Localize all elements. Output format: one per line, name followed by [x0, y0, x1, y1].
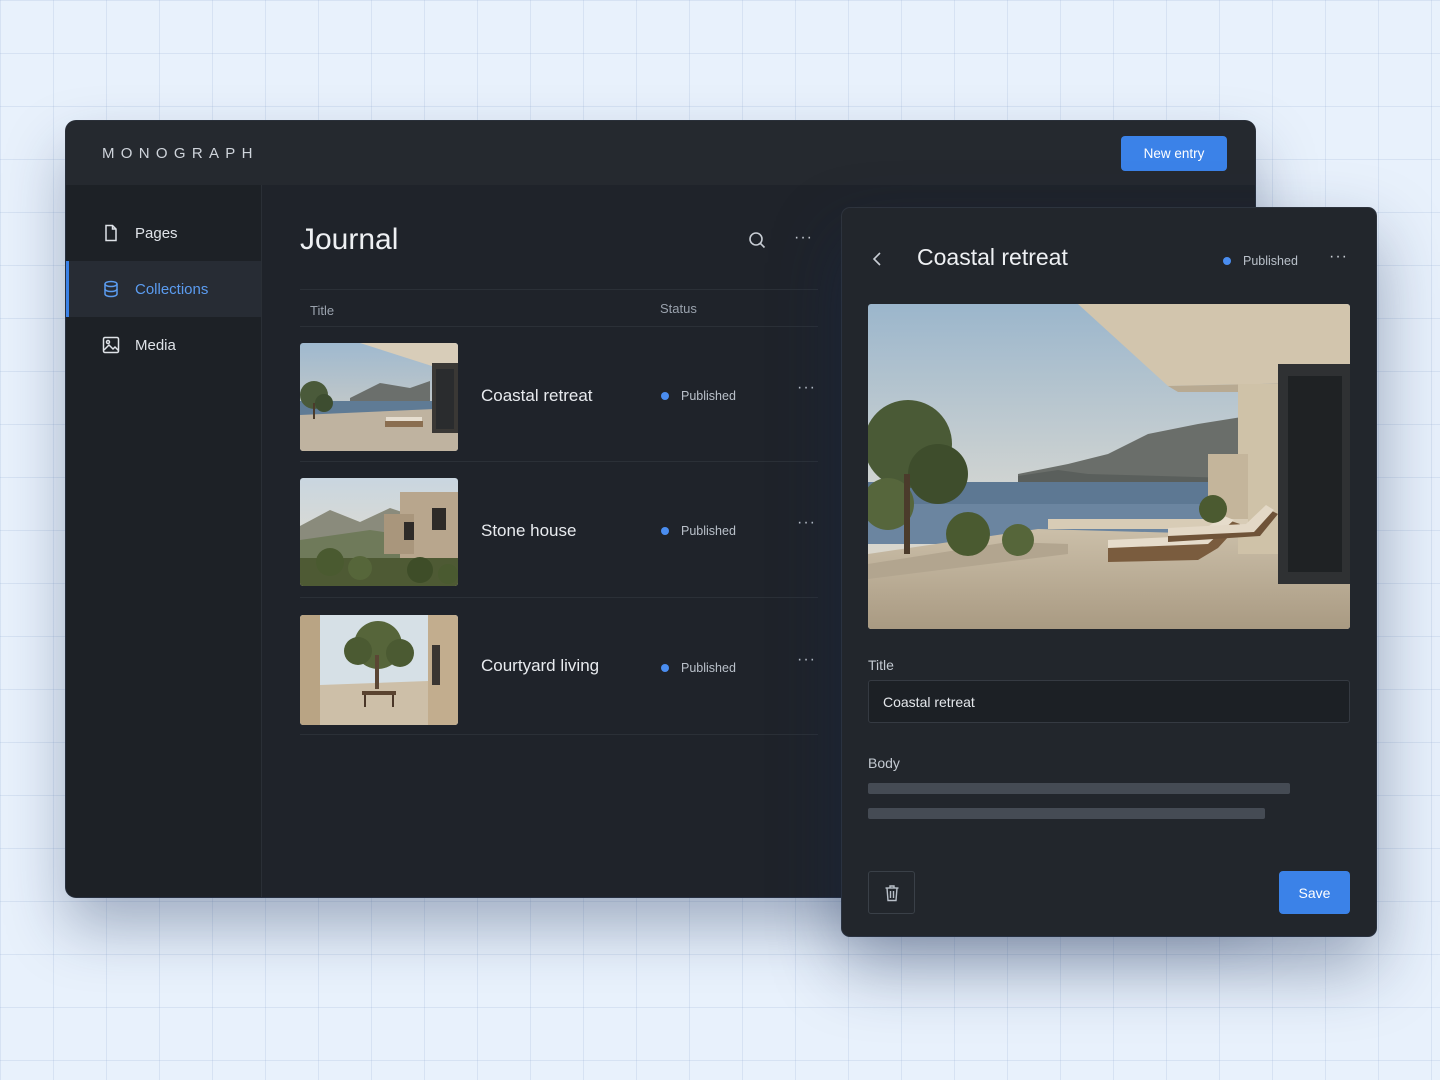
top-bar: MONOGRAPH New entry [66, 121, 1255, 185]
courtyard-image [300, 615, 458, 725]
image-icon [102, 336, 120, 354]
row-more-icon[interactable]: ··· [797, 379, 816, 397]
row-title: Stone house [481, 521, 577, 540]
status-label: Published [1243, 254, 1298, 268]
status-dot [661, 527, 669, 535]
column-title: Title [310, 303, 335, 318]
status-badge: Published [661, 524, 736, 538]
title-field-label: Title [868, 657, 894, 673]
stone-house-image [300, 478, 458, 586]
coastal-terrace-image [868, 304, 1350, 629]
status-label: Published [681, 524, 736, 538]
status-badge: Published [1223, 254, 1298, 268]
column-status: Status [660, 301, 697, 316]
more-options-icon[interactable]: ··· [794, 229, 813, 247]
save-button[interactable]: Save [1279, 871, 1350, 914]
brand-logo: MONOGRAPH [102, 144, 259, 162]
status-label: Published [681, 389, 736, 403]
panel-title: Coastal retreat [917, 244, 1068, 270]
status-badge: Published [661, 389, 736, 403]
row-more-icon[interactable]: ··· [797, 651, 816, 669]
row-more-icon[interactable]: ··· [797, 514, 816, 532]
body-text-placeholder-line[interactable] [868, 808, 1265, 819]
status-label: Published [681, 661, 736, 675]
sidebar: Pages Collections Media [66, 185, 262, 897]
table-row[interactable]: Coastal retreat Published ··· [300, 327, 818, 462]
table-row[interactable]: Courtyard living Published ··· [300, 598, 818, 735]
more-options-icon[interactable]: ··· [1329, 248, 1348, 266]
database-icon [102, 280, 120, 298]
title-field[interactable] [868, 680, 1350, 723]
body-text-placeholder-line[interactable] [868, 783, 1290, 794]
search-icon[interactable] [748, 231, 766, 249]
page-title: Journal [300, 223, 399, 256]
sidebar-item-media[interactable]: Media [66, 317, 261, 373]
body-field-label: Body [868, 755, 900, 771]
table-header: Title Status [300, 289, 818, 327]
trash-icon [884, 884, 900, 902]
status-dot [1223, 257, 1231, 265]
sidebar-item-label: Media [135, 336, 176, 354]
status-dot [661, 664, 669, 672]
sidebar-item-collections[interactable]: Collections [66, 261, 261, 317]
table-row[interactable]: Stone house Published ··· [300, 462, 818, 598]
coastal-terrace-image [300, 343, 458, 451]
row-title: Coastal retreat [481, 386, 593, 405]
delete-button[interactable] [868, 871, 915, 914]
status-dot [661, 392, 669, 400]
sidebar-item-label: Collections [135, 280, 209, 298]
status-badge: Published [661, 661, 736, 675]
sidebar-item-pages[interactable]: Pages [66, 205, 261, 261]
chevron-left-icon[interactable] [870, 250, 884, 268]
sidebar-item-label: Pages [135, 224, 178, 242]
file-icon [102, 224, 120, 242]
row-title: Courtyard living [481, 656, 600, 675]
new-entry-button[interactable]: New entry [1121, 135, 1227, 171]
entry-detail-panel: Coastal retreat Published ··· Title Coas… [842, 208, 1376, 936]
